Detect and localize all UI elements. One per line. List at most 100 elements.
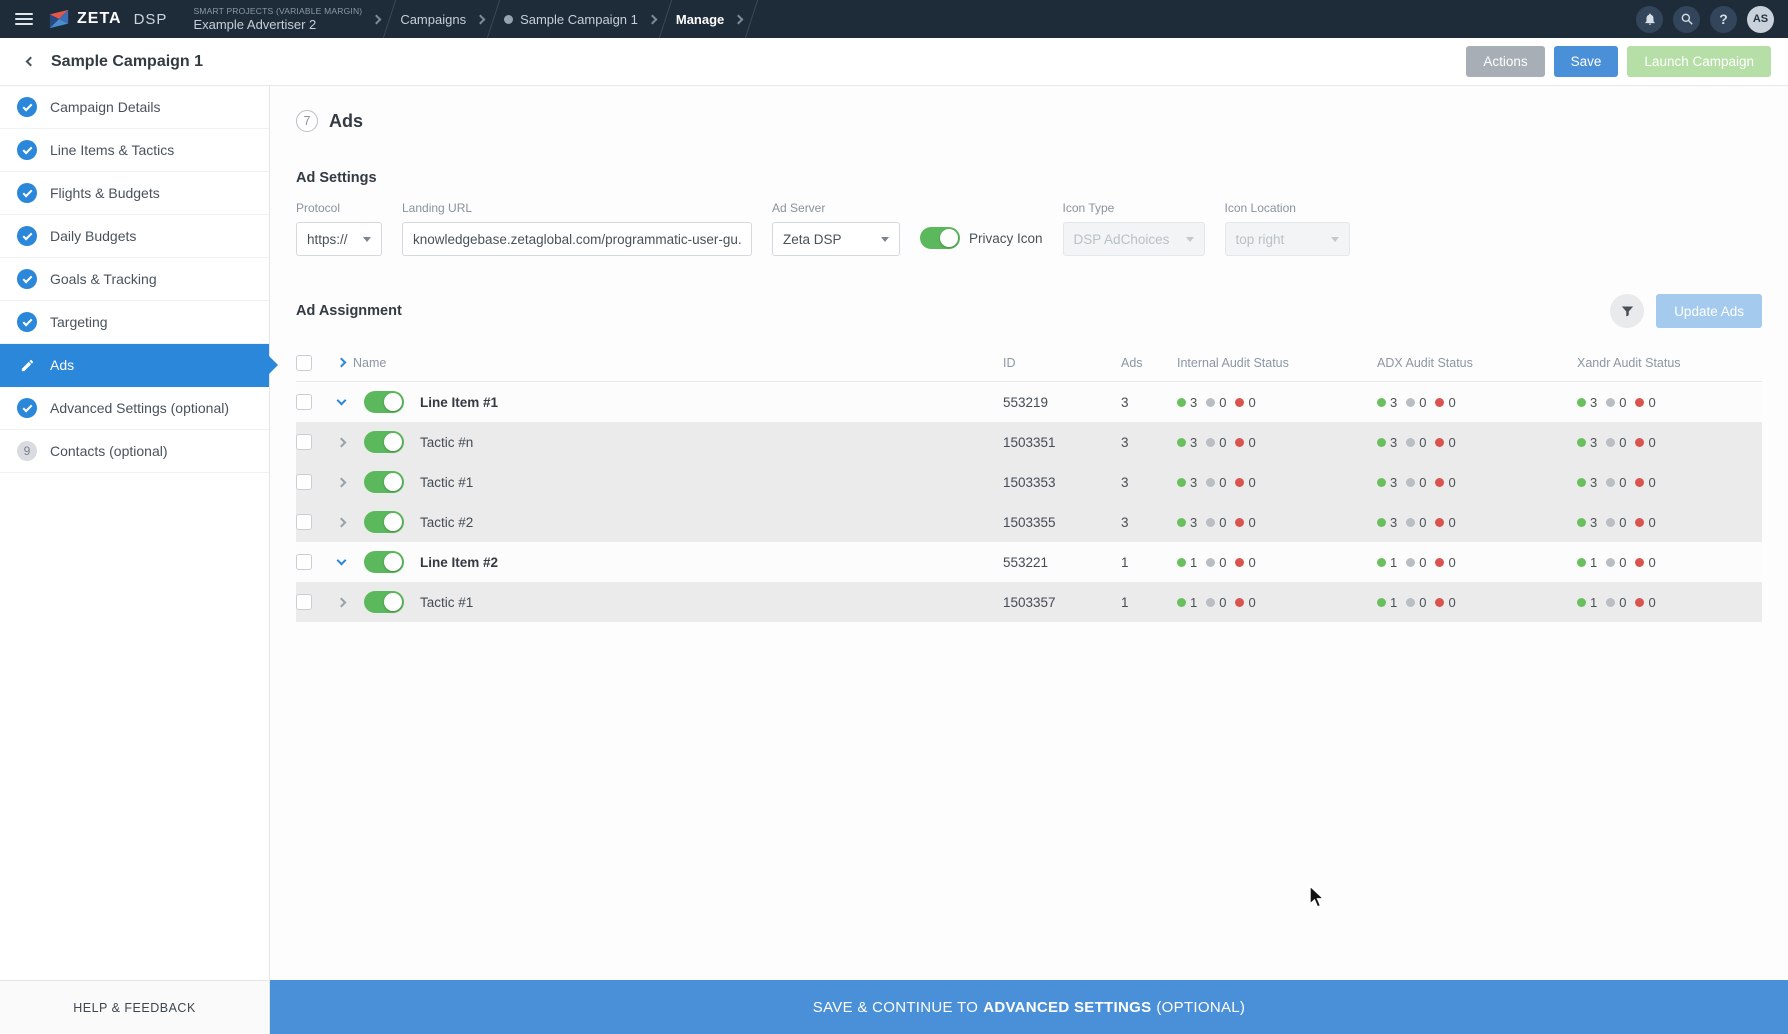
landing-url-input[interactable] [413, 231, 741, 247]
breadcrumb-item-example-advertiser-2[interactable]: SMART PROJECTS (VARIABLE MARGIN) Example … [193, 0, 362, 38]
actions-button[interactable]: Actions [1466, 46, 1545, 77]
audit-approved: 3 [1177, 395, 1197, 410]
row-toggle-switch[interactable] [364, 391, 404, 413]
row-checkbox[interactable] [296, 554, 312, 570]
row-checkbox[interactable] [296, 514, 312, 530]
audit-count: 3 [1190, 434, 1198, 450]
breadcrumb-item-sample-campaign-1[interactable]: Sample Campaign 1 [504, 0, 638, 38]
audit-approved: 1 [1577, 595, 1597, 610]
row-expander[interactable] [336, 477, 364, 487]
dot-pending-icon [1206, 597, 1216, 607]
chevron-down-icon [363, 236, 371, 242]
row-checkbox[interactable] [296, 594, 312, 610]
save-button[interactable]: Save [1553, 46, 1619, 77]
row-expander[interactable] [336, 597, 364, 607]
row-expander[interactable] [336, 437, 364, 447]
sidebar-item-advanced-settings-optional[interactable]: Advanced Settings (optional) [0, 387, 269, 430]
user-avatar[interactable]: AS [1747, 5, 1774, 33]
search-button[interactable] [1673, 5, 1700, 33]
breadcrumb-item-manage[interactable]: Manage [676, 0, 724, 38]
audit-count: 3 [1590, 434, 1598, 450]
row-id: 1503353 [1003, 474, 1056, 490]
dot-approved-icon [1177, 437, 1186, 447]
audit-count: 3 [1590, 474, 1598, 490]
row-checkbox[interactable] [296, 434, 312, 450]
help-feedback-button[interactable]: HELP & FEEDBACK [0, 980, 270, 1034]
sidebar-item-line-items-tactics[interactable]: Line Items & Tactics [0, 129, 269, 172]
audit-count: 1 [1190, 554, 1198, 570]
privacy-icon-group: Privacy Icon [920, 227, 1043, 249]
sidebar-item-label: Flights & Budgets [50, 185, 160, 201]
filter-button[interactable] [1610, 294, 1645, 328]
table-row-line-item-1-553219: Line Item #1 553219 3 3 0 0 3 0 0 3 0 0 [296, 382, 1762, 422]
ad-server-select[interactable]: Zeta DSP [772, 222, 900, 256]
chevron-left-icon [25, 56, 35, 67]
row-expander[interactable] [336, 517, 364, 527]
save-continue-bar[interactable]: SAVE & CONTINUE TO ADVANCED SETTINGS (OP… [270, 980, 1788, 1034]
select-all-checkbox[interactable] [296, 354, 312, 371]
audit-rejected: 0 [1435, 395, 1456, 410]
audit-count: 0 [1648, 474, 1656, 490]
audit-count: 1 [1390, 594, 1398, 610]
row-checkbox[interactable] [296, 394, 312, 410]
chevron-right-icon [336, 517, 347, 527]
audit-count: 0 [1619, 434, 1627, 450]
hamburger-menu-icon[interactable] [0, 0, 48, 38]
audit-approved: 3 [1577, 515, 1597, 530]
status-dot-icon [504, 14, 514, 24]
update-ads-button[interactable]: Update Ads [1656, 294, 1762, 328]
notifications-button[interactable] [1636, 5, 1663, 33]
dot-rejected-icon [1235, 437, 1245, 447]
breadcrumb-label: Sample Campaign 1 [520, 11, 638, 27]
audit-pending: 0 [1206, 595, 1226, 610]
row-toggle-switch[interactable] [364, 511, 404, 533]
audit-count: 0 [1619, 474, 1627, 490]
dot-rejected-icon [1635, 517, 1645, 527]
checkmark-icon [22, 101, 32, 111]
header-name[interactable]: Name [336, 356, 1003, 370]
pencil-icon [17, 358, 37, 373]
checkmark-icon [22, 402, 32, 412]
zeta-dsp-logo[interactable]: ZETA DSP [48, 8, 167, 30]
protocol-select[interactable]: https:// [296, 222, 382, 256]
audit-count: 3 [1190, 514, 1198, 530]
breadcrumb-divider [745, 0, 759, 38]
chevron-right-icon [371, 10, 382, 28]
audit-approved: 3 [1377, 515, 1397, 530]
audit-count: 0 [1448, 474, 1456, 490]
sidebar-item-targeting[interactable]: Targeting [0, 301, 269, 344]
breadcrumb-label-row: Sample Campaign 1 [504, 12, 638, 27]
row-expander[interactable] [336, 395, 364, 406]
help-button[interactable]: ? [1710, 5, 1737, 33]
launch-campaign-button[interactable]: Launch Campaign [1627, 46, 1771, 77]
dot-pending-icon [1406, 597, 1416, 607]
landing-url-field: Landing URL [402, 201, 752, 256]
sidebar-item-contacts-optional[interactable]: 9 Contacts (optional) [0, 430, 269, 473]
sidebar-item-flights-budgets[interactable]: Flights & Budgets [0, 172, 269, 215]
sidebar-item-campaign-details[interactable]: Campaign Details [0, 86, 269, 129]
row-toggle-switch[interactable] [364, 471, 404, 493]
privacy-icon-toggle[interactable] [920, 227, 960, 249]
audit-count: 0 [1448, 554, 1456, 570]
back-button[interactable] [17, 49, 43, 75]
sidebar-item-ads[interactable]: Ads [0, 344, 269, 387]
row-toggle-switch[interactable] [364, 591, 404, 613]
row-checkbox[interactable] [296, 474, 312, 490]
audit-approved: 3 [1377, 435, 1397, 450]
sidebar-item-goals-tracking[interactable]: Goals & Tracking [0, 258, 269, 301]
dot-rejected-icon [1635, 397, 1645, 407]
audit-count: 0 [1419, 394, 1427, 410]
toggle-knob [384, 513, 402, 531]
chevron-right-icon [475, 10, 486, 28]
row-toggle-switch[interactable] [364, 431, 404, 453]
audit-rejected: 0 [1235, 395, 1256, 410]
dot-pending-icon [1406, 517, 1416, 527]
row-expander[interactable] [336, 555, 364, 566]
sidebar-item-daily-budgets[interactable]: Daily Budgets [0, 215, 269, 258]
audit-approved: 3 [1377, 395, 1397, 410]
dot-rejected-icon [1435, 517, 1445, 527]
protocol-field: Protocol https:// [296, 201, 382, 256]
breadcrumb-item-campaigns[interactable]: Campaigns [400, 0, 466, 38]
breadcrumb-label: Campaigns [400, 11, 467, 27]
row-toggle-switch[interactable] [364, 551, 404, 573]
